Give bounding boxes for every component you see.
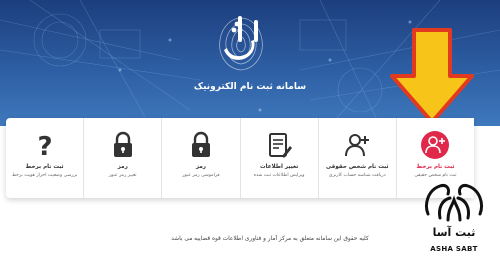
card-title: رمز [117,164,128,170]
yellow-down-arrow-icon [390,28,474,124]
card-subtitle: دریافت شناسه حساب کاربری [328,173,386,178]
edit-document-icon [269,133,293,158]
card-subtitle: فراموشی رمز عبور [182,173,220,178]
add-user-icon [345,134,370,157]
footer-copyright: کلیه حقوق این سامانه متعلق به مرکز آمار … [171,236,369,242]
card-subtitle: بررسی وضعیت احراز هویت برخط [11,173,78,178]
add-user-icon [421,131,450,159]
card-title: ثبت نام شخص حقوقی [326,164,389,170]
card-edit-information[interactable]: تغییر اطلاعات ویرایش اطلاعات ثبت شده [241,118,319,198]
brand-name-en: ASHA SABT [430,245,478,253]
card-change-password[interactable]: رمز تغییر رمز عبور [84,118,163,198]
brand-name-fa: ثبت آسا [432,226,476,239]
lock-icon [113,131,132,157]
card-title: رمز [195,164,207,170]
brand-watermark: ثبت آسا ASHA SABT [414,178,494,258]
card-title: تغییر اطلاعات [259,164,299,170]
card-subtitle: تغییر رمز عبور [108,173,137,178]
card-forgot-password[interactable]: رمز فراموشی رمز عبور [162,118,241,198]
card-title: ثبت نام برخط [25,164,64,170]
card-online-registration-status[interactable]: ? ثبت نام برخط بررسی وضعیت احراز هویت بر… [6,118,85,198]
card-title: ثبت نام برخط [416,164,455,170]
thabt-calligraphy-fingerprint-logo [219,16,263,71]
card-subtitle: ویرایش اطلاعات ثبت شده [253,173,305,178]
page-title: سامانه ثبت نام الکترونیک [193,82,307,92]
asha-sabt-ribbon-logo-icon [425,184,483,222]
lock-icon [191,131,210,157]
card-legal-entity-registration[interactable]: ثبت نام شخص حقوقی دریافت شناسه حساب کارب… [319,118,397,198]
service-cards: ? ثبت نام برخط بررسی وضعیت احراز هویت بر… [6,118,475,198]
help-question-icon: ? [37,132,52,160]
svg-text:?: ? [37,132,52,160]
